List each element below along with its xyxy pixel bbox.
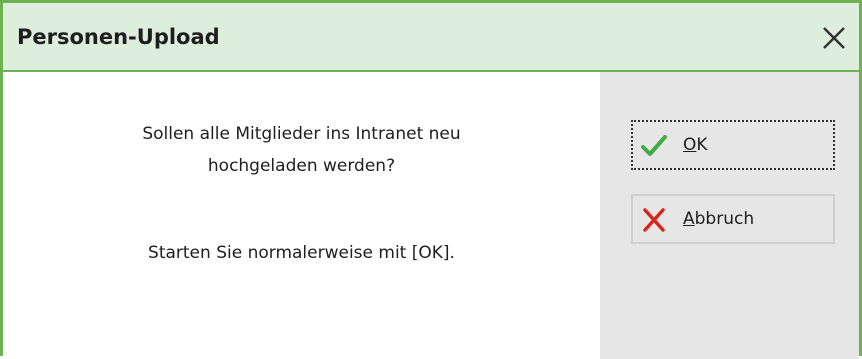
message-area: Sollen alle Mitglieder ins Intranet neu … <box>3 72 600 359</box>
button-panel: OK Abbruch <box>600 72 859 359</box>
message-line-2: hochgeladen werden? <box>207 156 396 176</box>
cancel-button-label: Abbruch <box>683 209 755 229</box>
ok-button-label: OK <box>683 135 708 155</box>
cross-icon <box>641 208 667 232</box>
message-line-3: Starten Sie normalerweise mit [OK]. <box>148 243 455 263</box>
dialog-title: Personen-Upload <box>17 25 220 49</box>
message-line-1: Sollen alle Mitglieder ins Intranet neu <box>142 124 461 144</box>
ok-button[interactable]: OK <box>631 120 835 170</box>
cancel-button[interactable]: Abbruch <box>631 194 835 244</box>
dialog-window: Personen-Upload Sollen alle Mitglieder i… <box>0 0 862 359</box>
checkmark-icon <box>641 134 667 158</box>
close-icon[interactable] <box>819 23 849 53</box>
title-bar: Personen-Upload <box>3 3 859 72</box>
